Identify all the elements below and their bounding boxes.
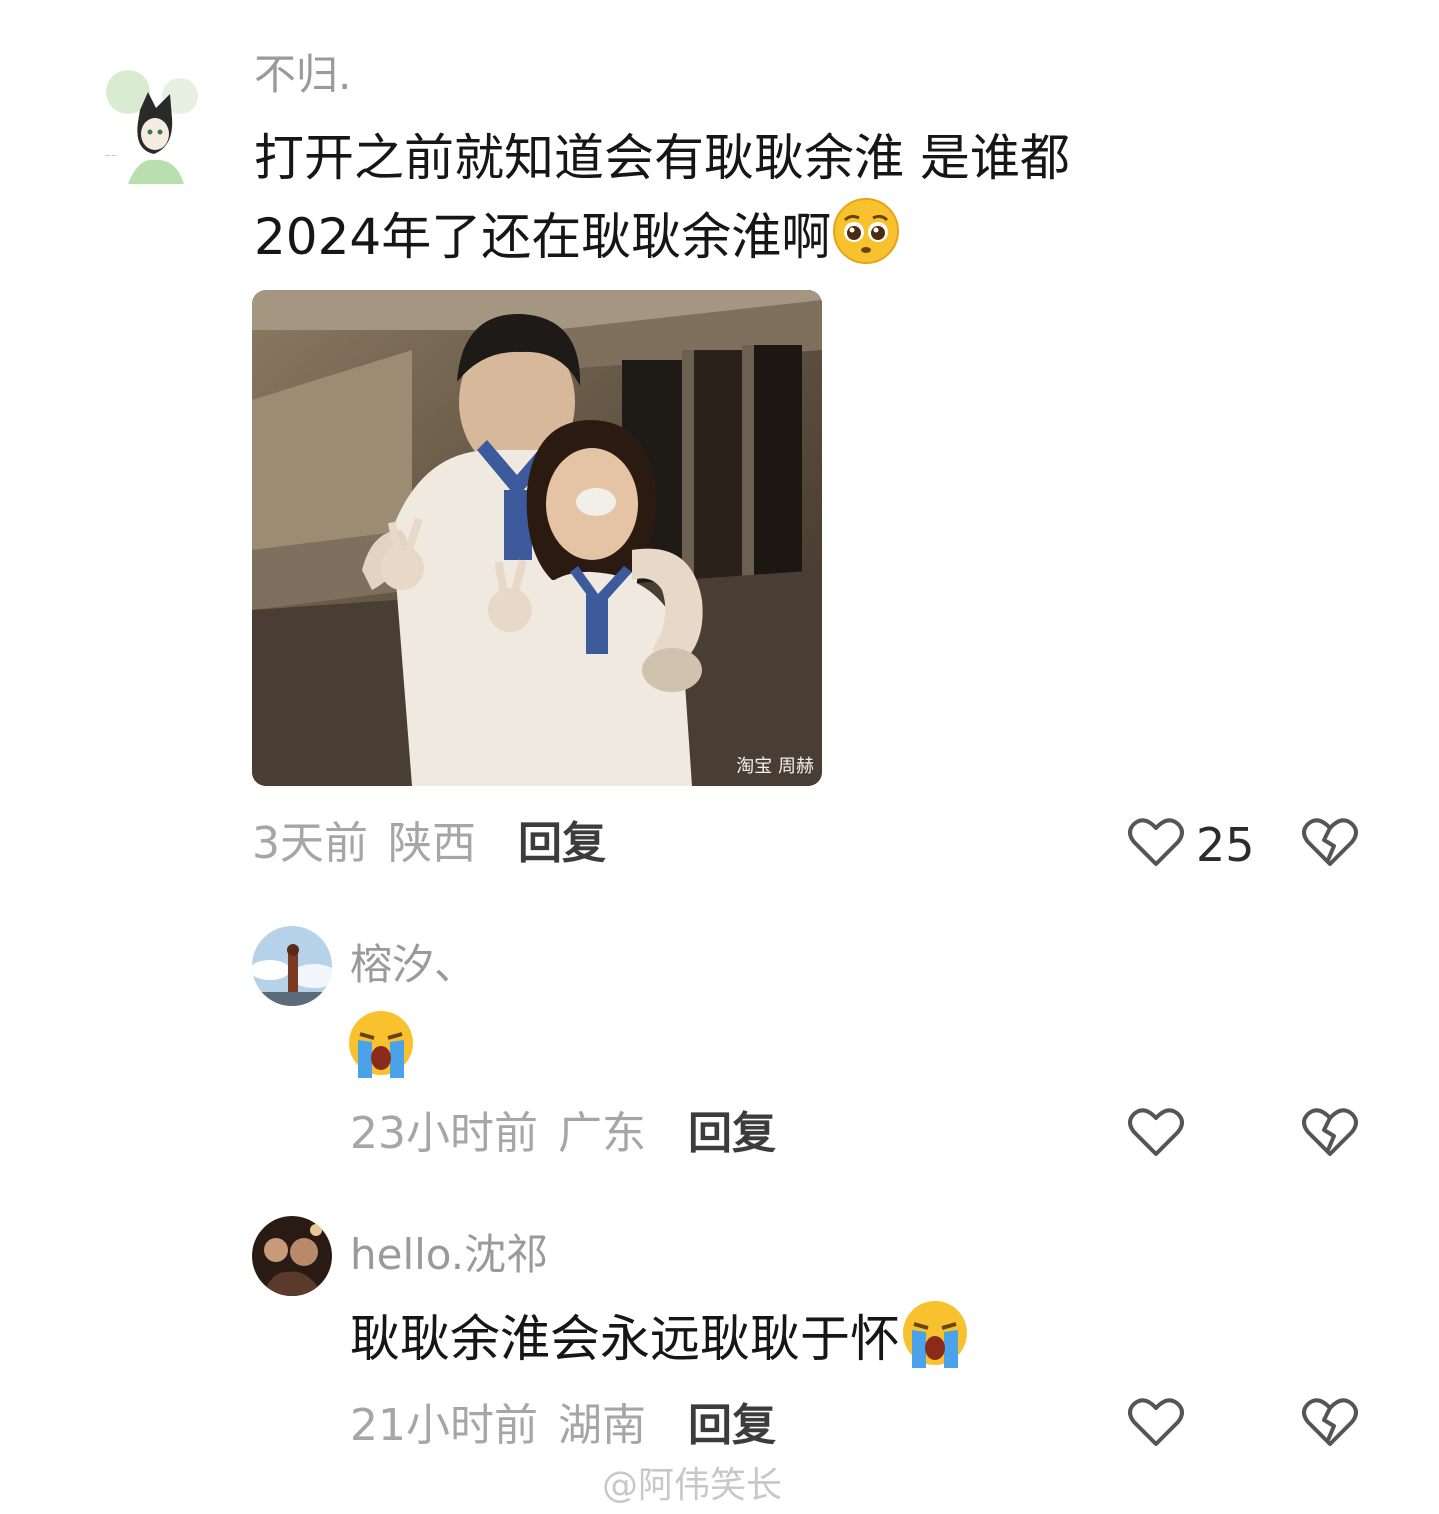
comment-location: 陕西	[388, 818, 476, 869]
photo-watermark: 淘宝 周赫	[736, 756, 814, 777]
dislike-broken-heart-icon[interactable]	[1302, 816, 1358, 868]
pleading-face-emoji	[831, 196, 901, 285]
comment-text: 耿耿余淮会永远耿耿于怀	[350, 1310, 900, 1368]
comment-time: 23小时前	[350, 1108, 538, 1159]
comment-location: 湖南	[558, 1400, 646, 1451]
comment-text: 2024年了还在耿耿余淮啊	[254, 208, 832, 266]
comment-text-line1: 打开之前就知道会有耿耿余淮 是谁都	[254, 129, 1070, 187]
comment-text-line: 耿耿余淮会永远耿耿于怀	[350, 1298, 970, 1387]
username[interactable]: hello.沈祁	[350, 1234, 548, 1276]
comment-meta: 3天前 陕西 回复	[252, 822, 626, 866]
weibo-watermark: @阿伟笑长	[602, 1465, 783, 1506]
like-heart-icon[interactable]	[1128, 816, 1184, 868]
dislike-broken-heart-icon[interactable]	[1302, 1106, 1358, 1158]
dislike-broken-heart-icon[interactable]	[1302, 1396, 1358, 1448]
comment-photo[interactable]: 淘宝 周赫	[252, 290, 822, 786]
like-heart-icon[interactable]	[1128, 1396, 1184, 1448]
reply-button[interactable]: 回复	[688, 1400, 776, 1451]
comment-time: 21小时前	[350, 1400, 538, 1451]
user-avatar-hello-shenqi[interactable]	[252, 1216, 332, 1296]
user-avatar-bugui[interactable]: ~~	[98, 62, 206, 192]
comment-meta: 23小时前 广东 回复	[350, 1112, 796, 1156]
like-count: 25	[1196, 818, 1255, 872]
username[interactable]: 不归.	[254, 54, 351, 96]
loudly-crying-face-emoji	[346, 1008, 416, 1082]
loudly-crying-face-emoji	[900, 1298, 970, 1387]
user-avatar-rongxi[interactable]	[252, 926, 332, 1006]
comment-location: 广东	[558, 1108, 646, 1159]
svg-text:~~: ~~	[104, 151, 117, 160]
reply-button[interactable]: 回复	[688, 1108, 776, 1159]
like-heart-icon[interactable]	[1128, 1106, 1184, 1158]
comment-meta: 21小时前 湖南 回复	[350, 1404, 796, 1448]
username[interactable]: 榕汐、	[350, 944, 476, 986]
comment-text-line2: 2024年了还在耿耿余淮啊	[254, 196, 901, 285]
comment-time: 3天前	[252, 818, 368, 869]
reply-button[interactable]: 回复	[518, 818, 606, 869]
